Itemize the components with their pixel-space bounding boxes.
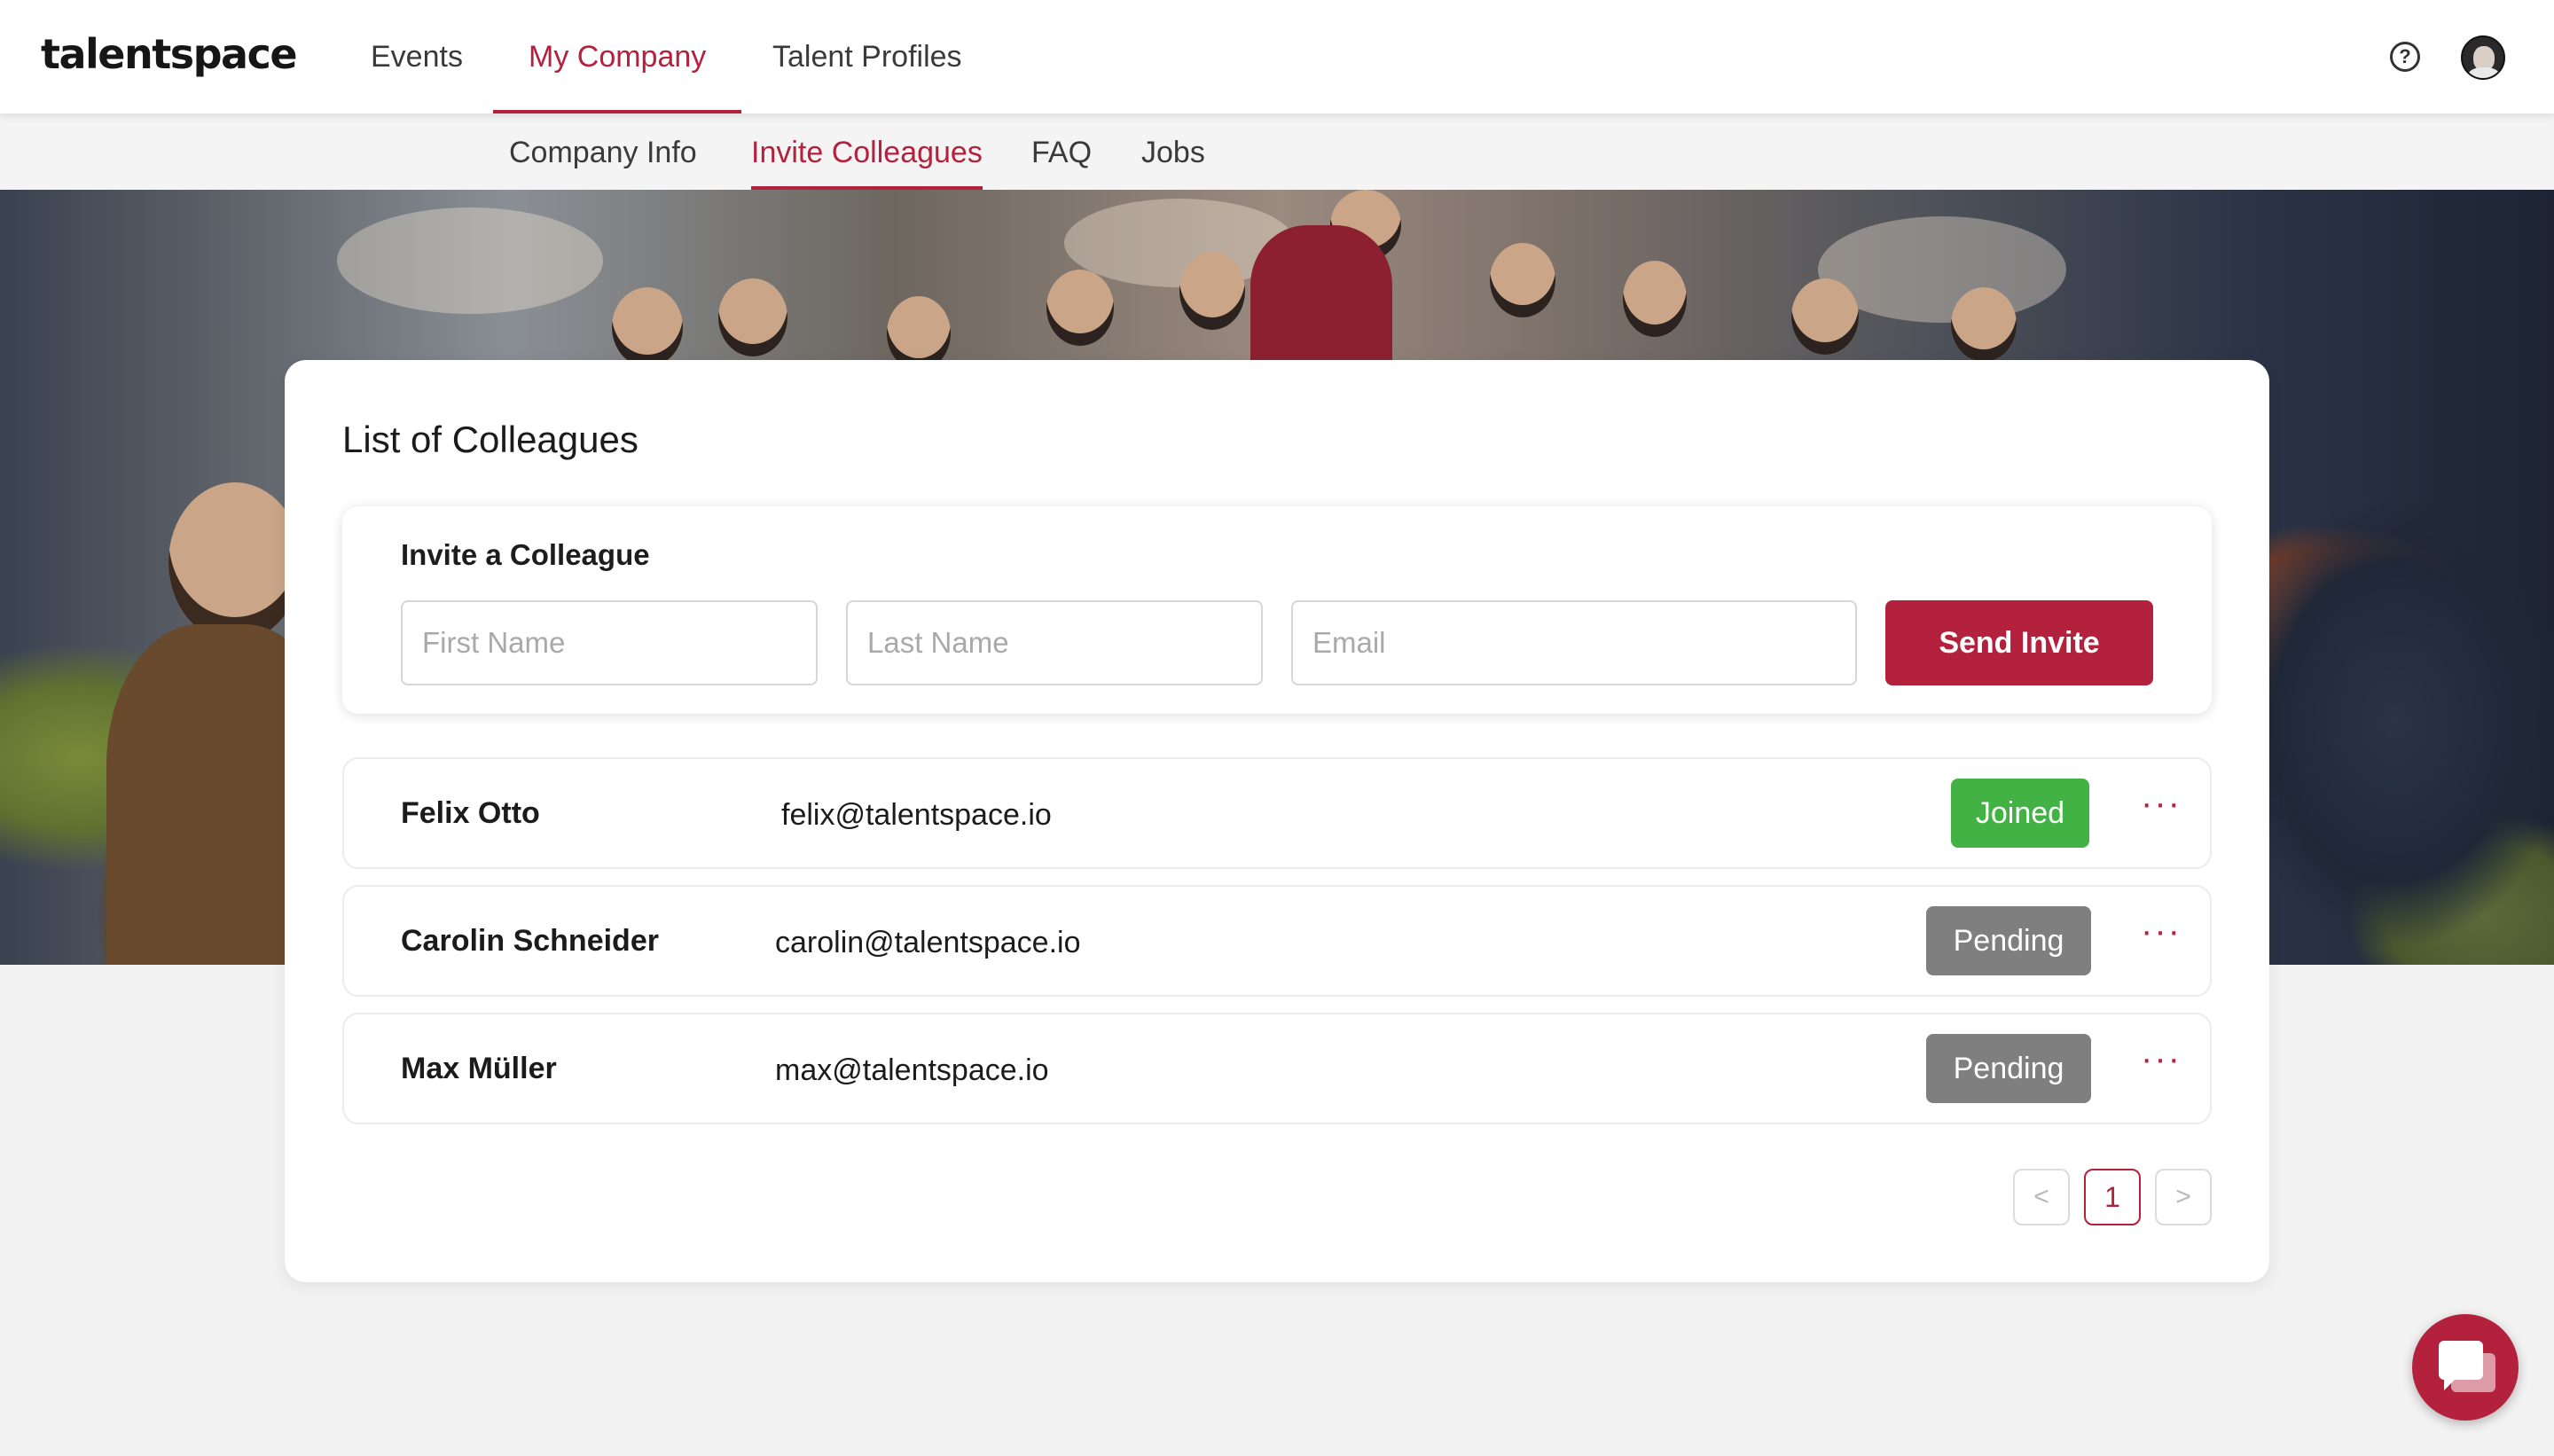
sub-navigation-bar: Company Info Invite Colleagues FAQ Jobs [0, 114, 2554, 190]
pagination-next-button[interactable]: > [2155, 1169, 2212, 1225]
nav-item-events[interactable]: Events [371, 0, 463, 114]
colleague-email: felix@talentspace.io [781, 798, 1052, 832]
crowd-person [1791, 278, 1859, 355]
colleague-email: carolin@talentspace.io [775, 926, 1081, 959]
tab-faq[interactable]: FAQ [1031, 114, 1092, 190]
colleague-name: Felix Otto [401, 796, 540, 830]
chat-bubble-icon [2439, 1341, 2483, 1390]
send-invite-button[interactable]: Send Invite [1885, 600, 2153, 685]
invite-colleague-form: Invite a Colleague Send Invite [342, 506, 2212, 714]
more-options-icon[interactable]: ··· [2139, 777, 2183, 848]
foreground-person [168, 482, 302, 642]
chat-button[interactable] [2412, 1314, 2519, 1421]
first-name-input[interactable] [401, 600, 818, 685]
invite-form-title: Invite a Colleague [401, 538, 650, 571]
status-badge-pending: Pending [1926, 906, 2091, 975]
crowd-person [1179, 252, 1245, 330]
page-title: List of Colleagues [342, 419, 638, 460]
user-avatar[interactable] [2461, 35, 2505, 80]
pagination-prev-button[interactable]: < [2013, 1169, 2070, 1225]
crowd-person [1490, 243, 1555, 317]
colleague-name: Max Müller [401, 1052, 557, 1085]
colleague-row: Felix Otto felix@talentspace.io Joined ·… [342, 757, 2212, 869]
talentspace-logo[interactable]: talentspace [41, 30, 298, 78]
nav-item-talent-profiles[interactable]: Talent Profiles [772, 0, 962, 114]
pagination-page-1[interactable]: 1 [2084, 1169, 2141, 1225]
top-navigation-bar: talentspace Events My Company Talent Pro… [0, 0, 2554, 114]
more-options-icon[interactable]: ··· [2139, 904, 2183, 975]
nav-item-my-company[interactable]: My Company [492, 0, 742, 114]
crowd-person [1046, 270, 1114, 346]
hero-light [337, 207, 603, 314]
crowd-person [718, 278, 787, 356]
help-circle-icon[interactable]: ? [2390, 42, 2420, 72]
more-options-icon[interactable]: ··· [2139, 1032, 2183, 1103]
status-badge-joined: Joined [1951, 779, 2089, 848]
last-name-input[interactable] [846, 600, 1263, 685]
crowd-person [1951, 287, 2017, 362]
colleagues-card: List of Colleagues Invite a Colleague Se… [285, 360, 2269, 1282]
crowd-person-shirt [1250, 225, 1392, 376]
tab-company-info[interactable]: Company Info [509, 114, 697, 190]
crowd-person [612, 287, 683, 367]
colleague-row: Carolin Schneider carolin@talentspace.io… [342, 885, 2212, 997]
tab-jobs[interactable]: Jobs [1141, 114, 1205, 190]
tab-invite-colleagues[interactable]: Invite Colleagues [751, 114, 983, 190]
status-badge-pending: Pending [1926, 1034, 2091, 1103]
email-input[interactable] [1291, 600, 1857, 685]
colleague-row: Max Müller max@talentspace.io Pending ··… [342, 1013, 2212, 1124]
crowd-person [1623, 261, 1687, 337]
colleague-name: Carolin Schneider [401, 924, 659, 958]
avatar-shirt [2468, 67, 2500, 78]
colleague-email: max@talentspace.io [775, 1053, 1049, 1087]
